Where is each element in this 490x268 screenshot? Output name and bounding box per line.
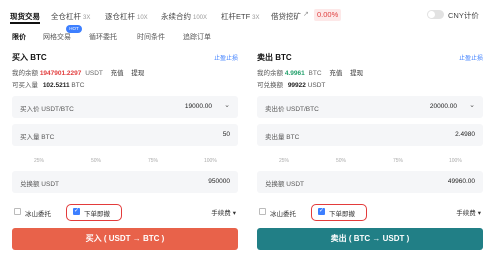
price-value: 19000.00 xyxy=(184,103,212,110)
tab-limit[interactable]: 限价 xyxy=(12,32,26,42)
buy-available-row: 可买入量 102.5211 BTC xyxy=(12,79,84,89)
chevron-down-icon: ▾ xyxy=(232,210,236,217)
price-label: 买入价 USDT/BTC xyxy=(20,106,74,113)
buy-options-row: 冰山委托 下单即撤 手续费▾ xyxy=(12,203,238,221)
sell-button[interactable]: 卖出 ( BTC → USDT ) xyxy=(257,228,483,250)
buy-total-input[interactable]: 兑换额 USDT 950000 xyxy=(12,171,238,193)
tick-25[interactable]: 25% xyxy=(34,158,44,164)
sell-stop-loss-link[interactable]: 止盈止损 xyxy=(459,53,483,62)
cny-pricing-label: CNY计价 xyxy=(448,11,479,20)
tab-time-condition[interactable]: 时间条件 xyxy=(137,32,165,42)
available-unit: BTC xyxy=(71,82,85,89)
balance-value: 1947901.2297 xyxy=(39,70,82,77)
price-value: 20000.00 xyxy=(429,103,457,110)
balance-label: 我的余额 xyxy=(12,70,38,77)
highlight-box xyxy=(311,204,367,221)
amount-label: 卖出量 BTC xyxy=(265,134,300,141)
buy-stop-loss-link[interactable]: 止盈止损 xyxy=(214,53,238,62)
tick-100[interactable]: 100% xyxy=(204,158,217,164)
tab-trailing-order[interactable]: 追踪订单 xyxy=(183,32,211,42)
tab-perpetual[interactable]: 永续合约 100X xyxy=(161,11,207,22)
tab-grid-trading[interactable]: 网格交易 xyxy=(43,32,71,42)
price-label: 卖出价 USDT/BTC xyxy=(265,106,319,113)
tab-isolated-margin[interactable]: 逐仓杠杆 10X xyxy=(105,11,148,22)
tick-75[interactable]: 75% xyxy=(148,158,158,164)
deposit-link[interactable]: 充值 xyxy=(111,70,124,77)
balance-unit: BTC xyxy=(308,70,322,77)
withdraw-link[interactable]: 提现 xyxy=(350,70,363,77)
tick-100[interactable]: 100% xyxy=(449,158,462,164)
available-unit: USDT xyxy=(307,82,326,89)
sell-total-input[interactable]: 兑换额 USDT 49960.00 xyxy=(257,171,483,193)
buy-panel: 买入 BTC 止盈止损 我的余额 1947901.2297 USDT 充值 提现… xyxy=(10,48,240,268)
iceberg-label[interactable]: 冰山委托 xyxy=(25,208,51,218)
external-link-icon[interactable]: ↗ xyxy=(303,10,311,18)
chevron-down-icon[interactable]: ⌄ xyxy=(224,101,230,109)
tick-50[interactable]: 50% xyxy=(336,158,346,164)
sell-available-row: 可兑换额 99922 USDT xyxy=(257,79,325,89)
sell-price-input[interactable]: 卖出价 USDT/BTC 20000.00 ⌄ xyxy=(257,96,483,118)
active-tab-indicator xyxy=(10,22,40,24)
deposit-link[interactable]: 充值 xyxy=(329,70,342,77)
cny-pricing-toggle[interactable] xyxy=(427,10,444,19)
balance-value: 4.9961 xyxy=(284,70,305,77)
tab-spot-trading[interactable]: 现货交易 xyxy=(10,11,40,22)
amount-label: 买入量 BTC xyxy=(20,134,55,141)
balance-label: 我的余额 xyxy=(257,70,283,77)
amount-value: 2.4980 xyxy=(455,131,475,138)
tick-25[interactable]: 25% xyxy=(279,158,289,164)
iceberg-checkbox[interactable] xyxy=(14,208,21,215)
amount-value: 50 xyxy=(222,131,230,138)
total-value: 49960.00 xyxy=(447,178,475,185)
total-label: 兑换额 USDT xyxy=(20,181,59,188)
sell-balance-row: 我的余额 4.9961 BTC 充值 提现 xyxy=(257,67,363,77)
buy-price-input[interactable]: 买入价 USDT/BTC 19000.00 ⌄ xyxy=(12,96,238,118)
order-type-tabs: 限价 网格交易 HOT 循环委托 时间条件 追踪订单 xyxy=(0,25,490,46)
tick-50[interactable]: 50% xyxy=(91,158,101,164)
available-label: 可兑换额 xyxy=(257,82,283,89)
tab-loop-order[interactable]: 循环委托 xyxy=(89,32,117,42)
sell-title: 卖出 BTC xyxy=(257,53,292,62)
highlight-box xyxy=(66,204,122,221)
sell-percent-slider[interactable]: 25% 50% 75% 100% xyxy=(257,155,483,169)
withdraw-link[interactable]: 提现 xyxy=(131,70,144,77)
buy-button[interactable]: 买入 ( USDT → BTC ) xyxy=(12,228,238,250)
tab-cross-margin[interactable]: 全仓杠杆 3X xyxy=(51,11,90,22)
total-value: 950000 xyxy=(208,178,230,185)
tab-lending-mining[interactable]: 借贷挖矿 xyxy=(271,11,301,22)
tick-75[interactable]: 75% xyxy=(393,158,403,164)
sell-panel: 卖出 BTC 止盈止损 我的余额 4.9961 BTC 充值 提现 可兑换额 9… xyxy=(255,48,485,268)
sell-amount-input[interactable]: 卖出量 BTC 2.4980 xyxy=(257,124,483,146)
iceberg-label[interactable]: 冰山委托 xyxy=(270,208,296,218)
fee-dropdown[interactable]: 手续费 ▾ xyxy=(211,207,236,217)
fee-dropdown[interactable]: 手续费 ▾ xyxy=(456,207,481,217)
buy-amount-input[interactable]: 买入量 BTC 50 xyxy=(12,124,238,146)
hot-badge: HOT xyxy=(66,25,82,33)
tab-leveraged-etf[interactable]: 杠杆ETF 3X xyxy=(221,11,260,22)
available-value: 99922 xyxy=(287,82,306,89)
total-label: 兑换额 USDT xyxy=(265,181,304,188)
sell-options-row: 冰山委托 下单即撤 手续费▾ xyxy=(257,203,483,221)
iceberg-checkbox[interactable] xyxy=(259,208,266,215)
chevron-down-icon[interactable]: ⌄ xyxy=(469,101,475,109)
chevron-down-icon: ▾ xyxy=(477,210,481,217)
balance-unit: USDT xyxy=(85,70,103,77)
buy-percent-slider[interactable]: 25% 50% 75% 100% xyxy=(12,155,238,169)
available-value: 102.5211 xyxy=(42,82,70,89)
buy-title: 买入 BTC xyxy=(12,53,47,62)
buy-balance-row: 我的余额 1947901.2297 USDT 充值 提现 xyxy=(12,67,144,77)
available-label: 可买入量 xyxy=(12,82,38,89)
market-type-tabs: 现货交易 全仓杠杆 3X 逐仓杠杆 10X 永续合约 100X 杠杆ETF 3X 借贷挖… xyxy=(0,0,490,28)
mining-percent-badge: 0.00% xyxy=(314,9,342,21)
